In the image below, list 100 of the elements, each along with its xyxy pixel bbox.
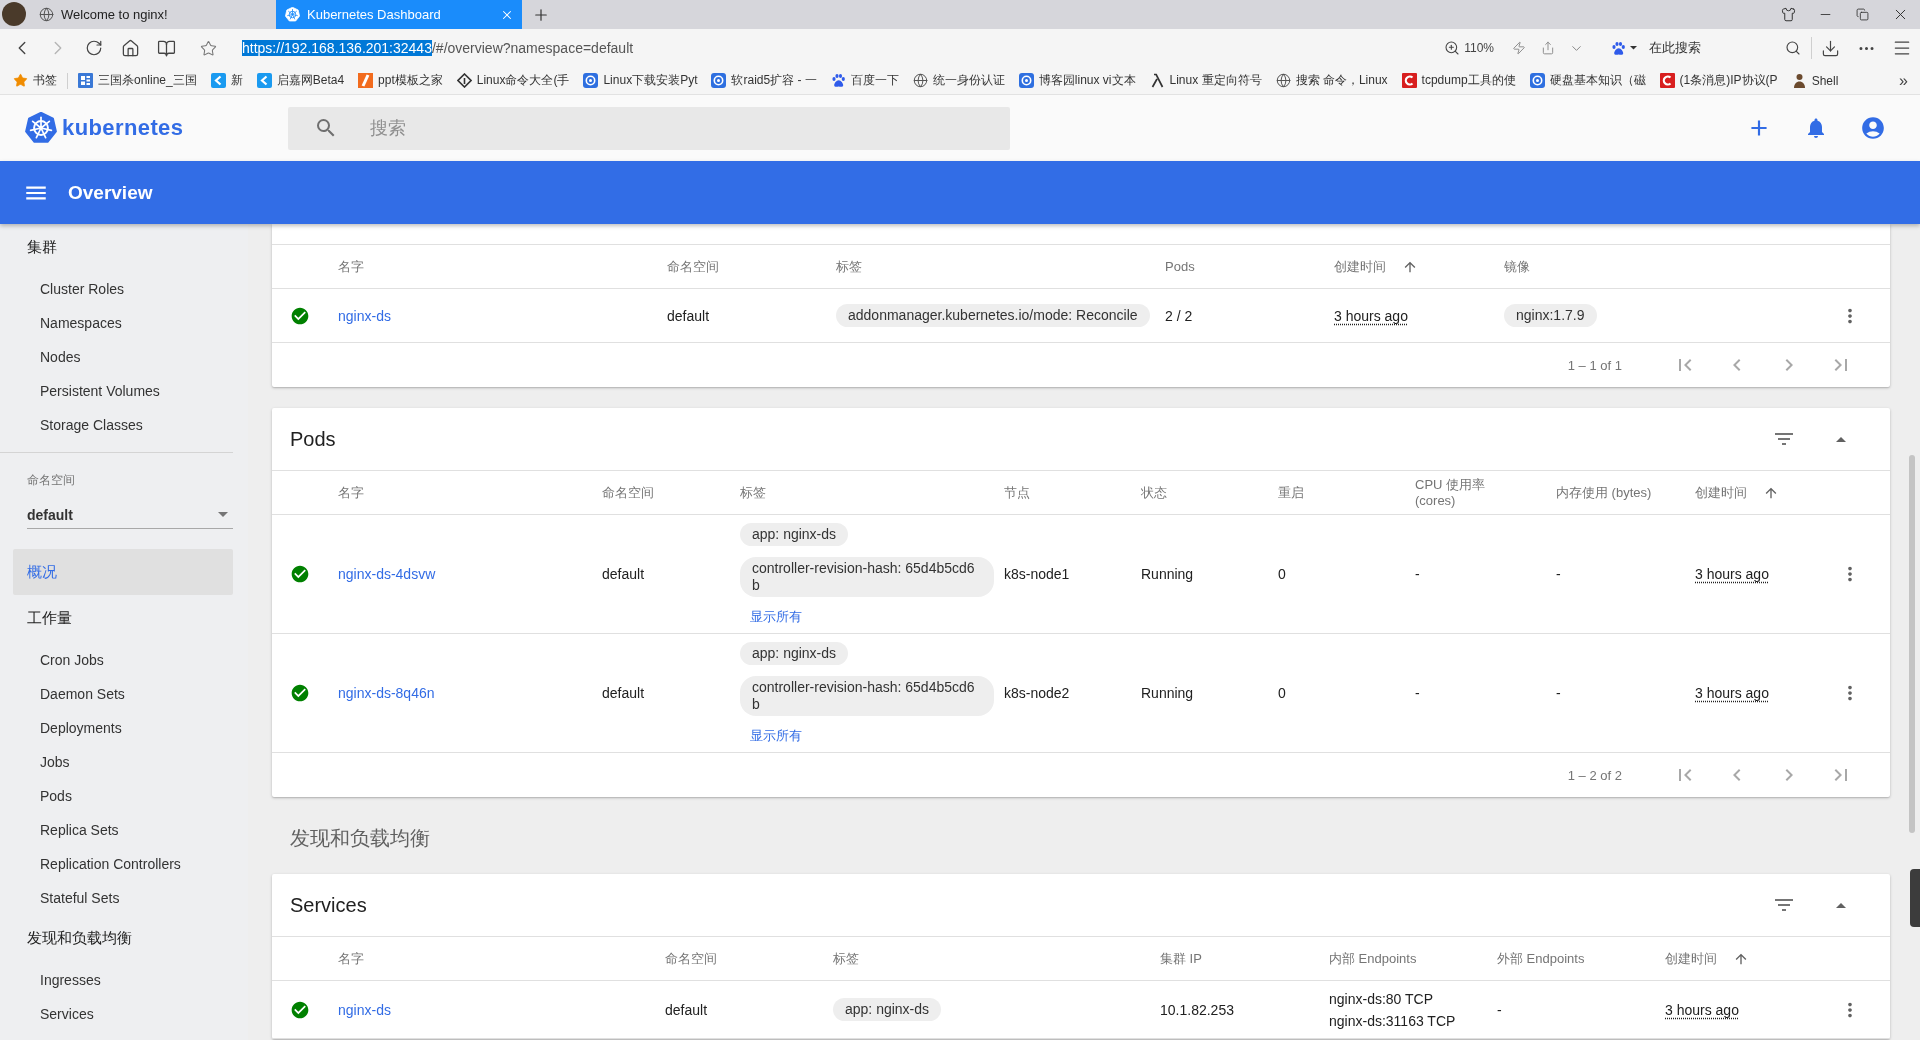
label-chip: app: nginx-ds bbox=[740, 642, 849, 665]
sidebar-nav-item[interactable]: Storage Classes bbox=[0, 408, 233, 442]
shirt-icon[interactable] bbox=[1780, 7, 1796, 22]
account-icon[interactable] bbox=[1860, 115, 1886, 141]
column-header[interactable]: 外部 Endpoints bbox=[1497, 950, 1665, 967]
chevron-tile-icon bbox=[256, 73, 272, 88]
name-link[interactable]: nginx-ds bbox=[338, 1001, 391, 1018]
bookmark-link[interactable]: Linux命令大全(手 bbox=[456, 72, 570, 89]
column-header[interactable]: 节点 bbox=[1004, 484, 1141, 501]
bookmark-link[interactable]: ppt模板之家 bbox=[358, 72, 443, 89]
bookmark-link[interactable]: Shell bbox=[1791, 73, 1839, 88]
bookmark-link[interactable]: Linux 重定向符号 bbox=[1149, 72, 1262, 89]
name-link[interactable]: nginx-ds-8q46n bbox=[338, 685, 435, 701]
show-all-link[interactable]: 显示所有 bbox=[750, 608, 802, 625]
column-header[interactable]: 命名空间 bbox=[667, 258, 836, 275]
column-header[interactable]: 命名空间 bbox=[665, 950, 833, 967]
show-all-link[interactable]: 显示所有 bbox=[750, 727, 802, 744]
sidebar-nav-item[interactable]: Stateful Sets bbox=[0, 881, 233, 915]
column-header[interactable]: 内存使用 (bytes) bbox=[1556, 484, 1695, 501]
table-cell: 0 bbox=[1278, 566, 1286, 582]
bookmark-link[interactable]: Linux下载安装Pyt bbox=[583, 72, 698, 89]
reading-view-icon[interactable] bbox=[156, 38, 176, 58]
bookmark-link[interactable]: 软raid5扩容 - 一 bbox=[711, 72, 817, 89]
table-cell: 2 / 2 bbox=[1165, 307, 1193, 324]
column-header[interactable]: 创建时间 bbox=[1665, 950, 1810, 967]
name-link[interactable]: nginx-ds bbox=[338, 307, 391, 324]
sidebar-nav-item[interactable]: Pods bbox=[0, 779, 233, 813]
search-icon[interactable] bbox=[1785, 40, 1801, 56]
bookmark-link[interactable]: (1条消息)IP协议(P bbox=[1659, 72, 1778, 89]
browser-tab[interactable]: Welcome to nginx! bbox=[30, 0, 276, 29]
column-header[interactable]: 集群 IP bbox=[1160, 950, 1329, 967]
column-header[interactable]: Pods bbox=[1165, 258, 1334, 275]
bookmark-link[interactable]: 百度一下 bbox=[830, 72, 899, 89]
favorite-star-icon[interactable] bbox=[199, 39, 217, 57]
bookmark-link[interactable]: 硬盘基本知识（磁 bbox=[1529, 72, 1646, 89]
name-link[interactable]: nginx-ds-4dsvw bbox=[338, 566, 436, 582]
sidebar-nav-item[interactable]: Replication Controllers bbox=[0, 847, 233, 881]
collapse-caret-icon[interactable] bbox=[1836, 436, 1846, 442]
sidebar-nav-item[interactable]: Cluster Roles bbox=[0, 272, 233, 306]
download-icon[interactable] bbox=[1820, 38, 1840, 58]
column-header[interactable]: 内部 Endpoints bbox=[1329, 950, 1497, 967]
lightning-icon[interactable] bbox=[1511, 41, 1526, 55]
column-header[interactable]: 名字 bbox=[338, 950, 665, 967]
sidebar-nav-link[interactable]: 发现和负载均衡 bbox=[13, 915, 233, 961]
sidebar-nav-item[interactable]: Replica Sets bbox=[0, 813, 233, 847]
column-header[interactable]: 命名空间 bbox=[602, 484, 740, 501]
reload-icon[interactable] bbox=[85, 39, 103, 57]
column-header[interactable]: 重启 bbox=[1278, 484, 1415, 501]
web-search-field[interactable]: 在此搜索 bbox=[1605, 34, 1801, 62]
bookmark-link[interactable]: 启嘉网Beta4 bbox=[256, 72, 345, 89]
table-cell: k8s-node1 bbox=[1004, 566, 1070, 582]
sidebar-nav-link[interactable]: 集群 bbox=[13, 224, 233, 270]
slash-tile-icon bbox=[358, 73, 374, 88]
sidebar-nav-item[interactable]: Daemon Sets bbox=[0, 677, 233, 711]
bookmark-link[interactable]: 博客园linux vi文本 bbox=[1018, 72, 1136, 89]
label-chip: controller-revision-hash: 65d4b5cd6b bbox=[740, 557, 994, 597]
sidebar-nav-item[interactable]: Jobs bbox=[0, 745, 233, 779]
bookmark-link[interactable]: 三国杀online_三国 bbox=[78, 72, 197, 89]
sidebar-nav-item[interactable]: Namespaces bbox=[0, 306, 233, 340]
column-header[interactable]: 标签 bbox=[833, 950, 1160, 967]
bookmark-link[interactable]: 统一身份认证 bbox=[912, 72, 1005, 89]
side-panel-handle[interactable] bbox=[1910, 869, 1920, 927]
more-bookmarks-link[interactable]: » bbox=[1899, 71, 1908, 90]
avatar[interactable] bbox=[2, 2, 26, 26]
dropdown-caret-icon bbox=[218, 512, 228, 517]
sidebar-nav-link[interactable]: 工作量 bbox=[13, 595, 233, 641]
share-icon[interactable] bbox=[1540, 41, 1555, 55]
column-header[interactable]: 状态 bbox=[1141, 484, 1278, 501]
logo-text: kubernetes bbox=[62, 115, 184, 141]
card-title: Services bbox=[290, 893, 368, 917]
bookmark-link[interactable]: 搜索 命令，Linux bbox=[1275, 72, 1388, 89]
collapse-caret-icon[interactable] bbox=[1836, 902, 1846, 908]
bookmark-link[interactable]: 新 bbox=[210, 72, 243, 89]
column-header[interactable]: 名字 bbox=[338, 484, 602, 501]
bookmarks-button[interactable]: 书签 bbox=[13, 72, 57, 89]
scrollbar-thumb[interactable] bbox=[1908, 455, 1915, 833]
caret-icon[interactable] bbox=[1630, 46, 1637, 50]
sidebar-nav-item[interactable]: Services bbox=[0, 997, 233, 1031]
sidebar-nav-item[interactable]: Ingresses bbox=[0, 963, 233, 997]
column-header[interactable]: CPU 使用率 (cores) bbox=[1415, 476, 1556, 509]
column-header[interactable]: 标签 bbox=[740, 484, 1004, 501]
sidebar-nav-item[interactable]: Cron Jobs bbox=[0, 643, 233, 677]
column-header[interactable]: 标签 bbox=[836, 258, 1165, 275]
bookmark-link[interactable]: tcpdump工具的使 bbox=[1401, 72, 1516, 89]
column-header[interactable]: 镜像 bbox=[1504, 258, 1810, 275]
sidebar-nav-link[interactable]: 概况 bbox=[13, 549, 233, 595]
label-chip: app: nginx-ds bbox=[833, 998, 942, 1021]
label-chip: nginx:1.7.9 bbox=[1504, 304, 1597, 327]
column-header[interactable]: 名字 bbox=[338, 258, 667, 275]
sidebar-nav-item[interactable]: Persistent Volumes bbox=[0, 374, 233, 408]
namespace-select[interactable]: default bbox=[27, 501, 233, 529]
page-title: Overview bbox=[68, 181, 153, 204]
sidebar-nav-item[interactable]: Nodes bbox=[0, 340, 233, 374]
column-header[interactable]: 创建时间 bbox=[1695, 484, 1810, 501]
home-icon[interactable] bbox=[120, 38, 140, 58]
sidebar-nav-item[interactable]: Deployments bbox=[0, 711, 233, 745]
zoom-button[interactable]: 110% bbox=[1444, 40, 1494, 56]
star-icon bbox=[13, 73, 28, 88]
restore-icon[interactable] bbox=[1856, 8, 1869, 21]
column-header[interactable]: 创建时间 bbox=[1334, 258, 1504, 275]
